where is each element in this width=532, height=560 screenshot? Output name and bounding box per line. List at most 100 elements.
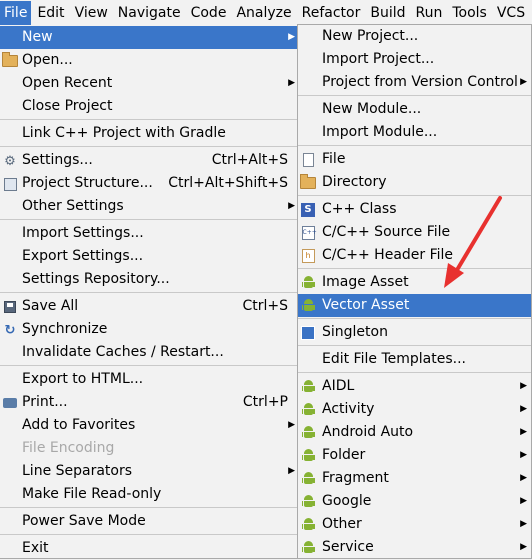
cpp-header-icon: h [300, 248, 316, 264]
android-icon [300, 448, 316, 464]
menu-refactor[interactable]: Refactor [298, 1, 365, 25]
import-module[interactable]: Import Module... [298, 121, 531, 144]
file-add-favorites-label: Add to Favorites [22, 417, 136, 433]
android-icon [300, 471, 316, 487]
file-other-settings[interactable]: Other Settings ▶ [0, 195, 298, 218]
file-link-cpp-label: Link C++ Project with Gradle [22, 125, 226, 141]
menu-run[interactable]: Run [412, 1, 447, 25]
menu-edit[interactable]: Edit [33, 1, 68, 25]
new-directory[interactable]: Directory [298, 171, 531, 194]
edit-file-templates[interactable]: Edit File Templates... [298, 348, 531, 371]
new-activity[interactable]: Activity ▶ [298, 398, 531, 421]
file-line-separators[interactable]: Line Separators ▶ [0, 460, 298, 483]
import-project[interactable]: Import Project... [298, 48, 531, 71]
file-settings[interactable]: ⚙ Settings... Ctrl+Alt+S [0, 149, 298, 172]
project-from-vcs-label: Project from Version Control [322, 74, 518, 90]
new-cpp-source-label: C/C++ Source File [322, 224, 451, 240]
chevron-right-icon: ▶ [520, 381, 527, 391]
new-vector-asset-label: Vector Asset [322, 297, 410, 313]
android-icon [300, 379, 316, 395]
menu-analyze[interactable]: Analyze [232, 1, 295, 25]
file-invalidate-caches[interactable]: Invalidate Caches / Restart... [0, 341, 298, 364]
separator [298, 145, 531, 146]
new-folder[interactable]: Folder ▶ [298, 444, 531, 467]
new-google[interactable]: Google ▶ [298, 490, 531, 513]
chevron-right-icon: ▶ [520, 404, 527, 414]
new-fragment[interactable]: Fragment ▶ [298, 467, 531, 490]
new-project-label: New Project... [322, 28, 419, 44]
new-service[interactable]: Service ▶ [298, 536, 531, 559]
chevron-right-icon: ▶ [520, 427, 527, 437]
new-aidl[interactable]: AIDL ▶ [298, 375, 531, 398]
file-settings-repository[interactable]: Settings Repository... [0, 268, 298, 291]
separator [0, 219, 298, 220]
separator [298, 318, 531, 319]
chevron-right-icon: ▶ [520, 496, 527, 506]
menu-build[interactable]: Build [366, 1, 409, 25]
file-open-recent[interactable]: Open Recent ▶ [0, 72, 298, 95]
file-close-project[interactable]: Close Project [0, 95, 298, 118]
new-directory-label: Directory [322, 174, 387, 190]
file-export-html[interactable]: Export to HTML... [0, 368, 298, 391]
file-export-settings[interactable]: Export Settings... [0, 245, 298, 268]
new-image-asset[interactable]: Image Asset [298, 271, 531, 294]
new-singleton[interactable]: Singleton [298, 321, 531, 344]
file-print[interactable]: Print... Ctrl+P [0, 391, 298, 414]
file-make-readonly[interactable]: Make File Read-only [0, 483, 298, 506]
settings-icon: ⚙ [4, 153, 16, 169]
separator [0, 507, 298, 508]
cpp-source-icon: C++ [300, 225, 317, 241]
chevron-right-icon: ▶ [520, 77, 527, 87]
chevron-right-icon: ▶ [520, 450, 527, 460]
chevron-right-icon: ▶ [520, 542, 527, 552]
new-android-auto[interactable]: Android Auto ▶ [298, 421, 531, 444]
chevron-right-icon: ▶ [288, 420, 295, 430]
file-import-settings[interactable]: Import Settings... [0, 222, 298, 245]
file-project-structure[interactable]: Project Structure... Ctrl+Alt+Shift+S [0, 172, 298, 195]
new-image-asset-label: Image Asset [322, 274, 409, 290]
new-cpp-class[interactable]: S C++ Class [298, 198, 531, 221]
menu-bar: File Edit View Navigate Code Analyze Ref… [0, 0, 532, 27]
separator [0, 292, 298, 293]
new-cpp-header[interactable]: h C/C++ Header File [298, 244, 531, 267]
file-print-label: Print... [22, 394, 68, 410]
file-new[interactable]: New ▶ [0, 26, 298, 49]
new-other-label: Other [322, 516, 362, 532]
file-project-structure-label: Project Structure... [22, 175, 153, 191]
project-from-vcs[interactable]: Project from Version Control ▶ [298, 71, 531, 94]
file-power-save[interactable]: Power Save Mode [0, 510, 298, 533]
file-make-readonly-label: Make File Read-only [22, 486, 162, 502]
new-other[interactable]: Other ▶ [298, 513, 531, 536]
new-vector-asset[interactable]: Vector Asset [298, 294, 531, 317]
new-module[interactable]: New Module... [298, 98, 531, 121]
file-invalidate-caches-label: Invalidate Caches / Restart... [22, 344, 224, 360]
menu-code[interactable]: Code [187, 1, 231, 25]
new-activity-label: Activity [322, 401, 375, 417]
file-open-recent-label: Open Recent [22, 75, 113, 91]
new-project[interactable]: New Project... [298, 25, 531, 48]
menu-file[interactable]: File [0, 1, 32, 25]
new-cpp-source[interactable]: C++ C/C++ Source File [298, 221, 531, 244]
menu-navigate[interactable]: Navigate [114, 1, 185, 25]
separator [298, 268, 531, 269]
sync-icon: ↻ [4, 322, 16, 338]
file-synchronize[interactable]: ↻ Synchronize [0, 318, 298, 341]
file-link-cpp[interactable]: Link C++ Project with Gradle [0, 122, 298, 145]
file-import-settings-label: Import Settings... [22, 225, 144, 241]
new-folder-label: Folder [322, 447, 366, 463]
menu-view[interactable]: View [71, 1, 112, 25]
file-settings-shortcut: Ctrl+Alt+S [211, 152, 288, 168]
file-line-separators-label: Line Separators [22, 463, 133, 479]
android-icon [300, 494, 316, 510]
menu-vcs[interactable]: VCS [493, 1, 529, 25]
menu-tools[interactable]: Tools [448, 1, 491, 25]
new-file[interactable]: File [298, 148, 531, 171]
file-add-favorites[interactable]: Add to Favorites ▶ [0, 414, 298, 437]
file-open[interactable]: Open... [0, 49, 298, 72]
new-submenu: New Project... Import Project... Project… [297, 24, 532, 559]
print-icon [2, 395, 18, 411]
file-save-all[interactable]: Save All Ctrl+S [0, 295, 298, 318]
file-exit[interactable]: Exit [0, 537, 298, 560]
file-file-encoding[interactable]: File Encoding [0, 437, 298, 460]
android-icon [300, 298, 316, 314]
